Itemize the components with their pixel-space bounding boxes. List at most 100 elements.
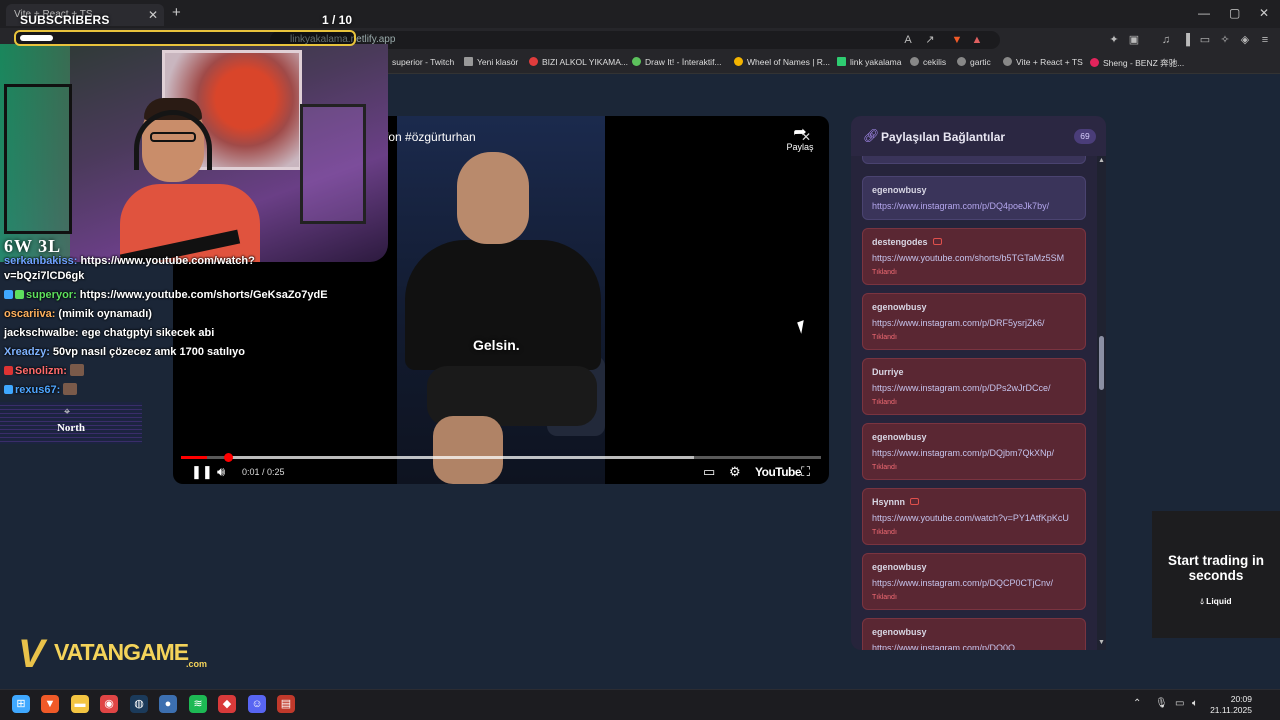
volume-icon[interactable]: 🔊︎ [217, 464, 225, 480]
link-card[interactable]: egenowbusy https://www.instagram.com/p/DQ… [862, 423, 1086, 480]
link-url[interactable]: https://www.youtube.com/watch?v=PY1AtfKp… [872, 513, 1076, 523]
steam-icon[interactable]: ◍ [130, 695, 148, 713]
link-card[interactable]: Durriye https://www.instagram.com/p/DPs2w… [862, 358, 1086, 415]
chat-username[interactable]: Xreadzy: [4, 346, 50, 358]
link-url[interactable]: https://www.instagram.com/p/DRF5ysrjZk6/ [872, 318, 1076, 328]
chat-username[interactable]: serkanbakiss: [4, 255, 77, 267]
link-status: Tıklandı [872, 399, 897, 406]
vpn-icon[interactable]: ◈ [1238, 33, 1252, 47]
bookmark-item[interactable]: Yeni klasör [464, 57, 518, 67]
discord-icon[interactable]: ☺ [248, 695, 266, 713]
tray-chevron-icon[interactable]: ⌃ [1133, 698, 1141, 709]
share-page-icon[interactable]: ↗ [923, 33, 937, 47]
close-icon[interactable]: ✕ [801, 130, 811, 144]
site-icon [1090, 58, 1099, 67]
news-app-icon[interactable]: ▤ [277, 695, 295, 713]
maximize-icon[interactable]: ▢ [1229, 6, 1240, 20]
link-username: destengodes [872, 237, 1076, 247]
scroll-down-icon[interactable]: ▼ [1097, 639, 1106, 646]
link-url[interactable]: https://www.instagram.com/p/DPs2wJrDCce/ [872, 383, 1076, 393]
tab-close-icon[interactable]: ✕ [148, 8, 158, 22]
link-url[interactable]: https://www.instagram.com/p/DQ4poeJk7by/ [872, 201, 1076, 211]
windows-start-icon[interactable]: ⊞ [12, 695, 30, 713]
link-url[interactable]: https://www.instagram.com/p/DQCP0CTjCnv/ [872, 578, 1076, 588]
link-card[interactable]: egenowbusy https://www.instagram.com/p/DR… [862, 293, 1086, 350]
obs-icon[interactable]: ● [159, 695, 177, 713]
link-username: egenowbusy [872, 627, 927, 637]
fullscreen-icon[interactable]: ⛶ [801, 464, 810, 480]
bookmark-item[interactable]: BIZI ALKOL YIKAMA... [529, 57, 628, 67]
microphone-icon[interactable]: 🎙︎ [1155, 698, 1168, 709]
extensions-icon[interactable]: ✦ [1107, 33, 1121, 47]
brave-shields-icon[interactable]: ▼ [950, 33, 964, 47]
translate-icon[interactable]: A [901, 33, 915, 47]
new-tab-icon[interactable]: + [172, 4, 181, 21]
emote-icon [70, 364, 85, 376]
webcam-logo: 6W 3L [4, 236, 62, 256]
brave-icon[interactable]: ▼ [41, 695, 59, 713]
bookmark-item[interactable]: Wheel of Names | R... [734, 57, 830, 67]
app-red-icon[interactable]: ◆ [218, 695, 236, 713]
link-card[interactable]: Hsynnn https://www.youtube.com/watch?v=PY… [862, 488, 1086, 545]
screenshot-icon[interactable]: ▣ [1127, 33, 1141, 47]
subtitles-icon[interactable]: ▭ [703, 464, 715, 480]
sidebar-toggle-icon[interactable]: ▐ [1179, 33, 1193, 47]
progress-bar[interactable] [181, 456, 821, 459]
settings-icon[interactable]: ⚙ [729, 464, 741, 480]
maps-pin-icon[interactable]: ◉ [100, 695, 118, 713]
link-url[interactable]: https://www.instagram.com/p/DQ0Q... [872, 643, 1076, 650]
brave-rewards-icon[interactable]: ▲ [970, 33, 984, 47]
bookmark-item[interactable]: superior - Twitch [392, 57, 454, 67]
file-explorer-icon[interactable]: ▬ [71, 695, 89, 713]
ad-banner[interactable]: Start trading in seconds 💧︎ Liquid [1152, 511, 1280, 638]
chat-text: ege chatgptyi sikecek abi [78, 327, 215, 339]
network-icon[interactable]: ▭ [1175, 698, 1184, 709]
clock-time: 20:09 [1230, 694, 1252, 704]
links-list[interactable]: https://www.youtube.com/watch?v=... egeno… [851, 156, 1106, 650]
chat-badge-icon [15, 290, 24, 299]
spotify-icon[interactable]: ≋ [189, 695, 207, 713]
link-url[interactable]: https://www.instagram.com/p/DQjbm7QkXNp/ [872, 448, 1076, 458]
window-close-icon[interactable]: ✕ [1259, 6, 1269, 20]
scrollbar-thumb[interactable] [1099, 336, 1104, 390]
leo-ai-icon[interactable]: ✧ [1218, 33, 1232, 47]
link-icon: 🔗︎ [863, 128, 880, 143]
pause-icon[interactable]: ❚❚ [191, 464, 213, 480]
scroll-up-icon[interactable]: ▲ [1097, 157, 1106, 164]
chat-username[interactable]: oscariiva: [4, 308, 55, 320]
link-card[interactable]: destengodes https://www.youtube.com/short… [862, 228, 1086, 285]
link-username: Durriye [872, 367, 904, 377]
bookmark-item[interactable]: link yakalama [837, 57, 902, 67]
link-card[interactable]: egenowbusy https://www.instagram.com/p/DQ… [862, 553, 1086, 610]
link-card[interactable]: https://www.youtube.com/watch?v=... [862, 156, 1086, 164]
chat-username[interactable]: Senolizm: [15, 365, 67, 377]
bookmark-item[interactable]: gartic [957, 57, 991, 67]
link-card[interactable]: egenowbusy https://www.instagram.com/p/DQ… [862, 176, 1086, 220]
link-card[interactable]: egenowbusy https://www.instagram.com/p/DQ… [862, 618, 1086, 650]
video-title[interactable]: fon #özgürturhan [385, 130, 476, 144]
chat-username[interactable]: rexus67: [15, 384, 60, 396]
webcam-shelf [4, 84, 72, 234]
speaker-icon[interactable]: 🔈︎ [1192, 698, 1198, 709]
bookmark-item[interactable]: Vite + React + TS [1003, 57, 1083, 67]
chat-username[interactable]: superyor: [26, 289, 77, 301]
menu-icon[interactable]: ≡ [1258, 33, 1272, 47]
chat-badge-icon [4, 290, 13, 299]
bookmark-item[interactable]: Sheng - BENZ 奔驰... [1090, 57, 1184, 69]
share-button[interactable]: ➦ Paylaş [781, 124, 819, 152]
chat-username[interactable]: jackschwalbe: [4, 327, 79, 339]
scrollbar[interactable] [1097, 156, 1106, 650]
chat-message: superyor: https://www.youtube.com/shorts… [4, 289, 328, 301]
minimize-icon[interactable]: — [1198, 6, 1210, 20]
scrubber-handle[interactable] [224, 453, 233, 462]
bookmark-item[interactable]: Draw It! - İnteraktif... [632, 57, 722, 67]
youtube-logo[interactable]: YouTube [755, 465, 802, 479]
link-url[interactable]: https://www.youtube.com/shorts/b5TGTaMz5… [872, 253, 1076, 263]
subscriber-goal-fill [20, 35, 53, 41]
played-bar [181, 456, 207, 459]
bookmark-item[interactable]: cekilis [910, 57, 946, 67]
webcam-overlay: 6W 3L [0, 44, 388, 262]
media-icon[interactable]: ♫ [1159, 33, 1173, 47]
clock[interactable]: 20:09 21.11.2025 [1210, 694, 1252, 716]
wallet-icon[interactable]: ▭ [1198, 33, 1212, 47]
